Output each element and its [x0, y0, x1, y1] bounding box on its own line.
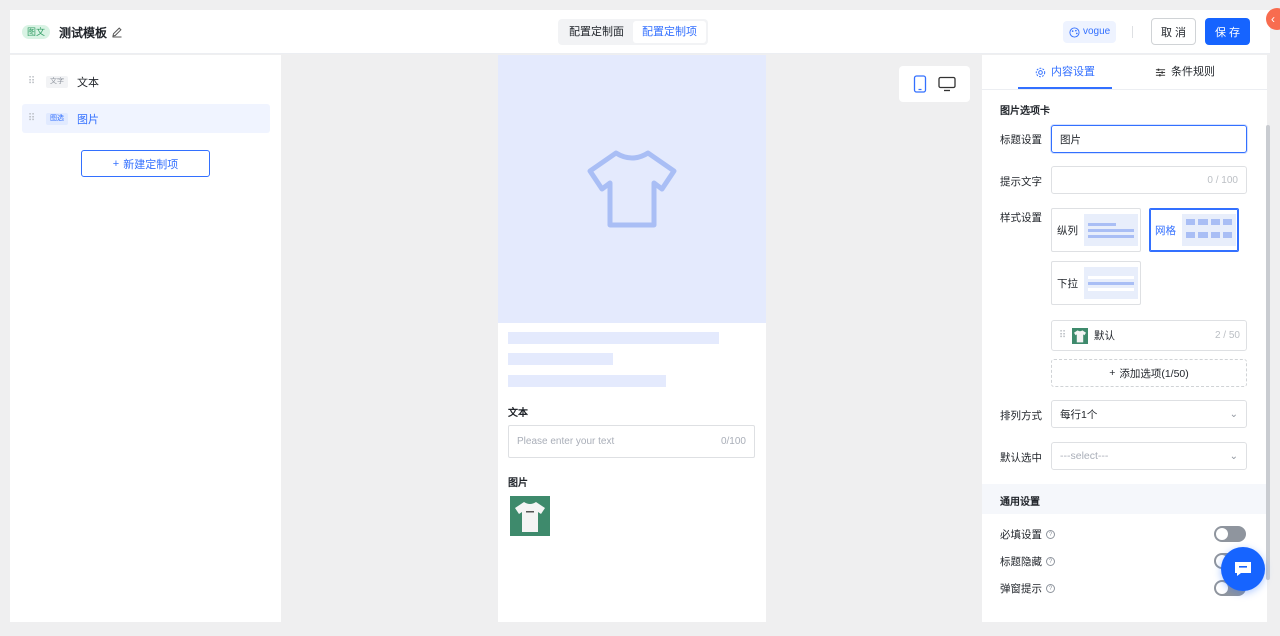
general-settings-header: 通用设置	[982, 484, 1267, 514]
drag-handle-icon[interactable]: ⠿	[1058, 330, 1066, 341]
tshirt-icon	[587, 150, 677, 228]
default-selected-label: 默认选中	[1000, 452, 1042, 464]
preview-image-label: 图片	[508, 478, 528, 489]
config-segment: 配置定制面 配置定制项	[558, 19, 708, 45]
settings-tabs: 内容设置 条件规则	[982, 55, 1267, 90]
default-selected-select[interactable]: ---select--- ⌄	[1051, 442, 1247, 470]
option-item[interactable]: ⠿ 默认 2 / 50	[1051, 320, 1247, 351]
theme-name: vogue	[1083, 26, 1111, 37]
tshirt-photo-icon	[1074, 329, 1086, 342]
general-settings-title: 通用设置	[1000, 497, 1040, 508]
style-option-column[interactable]: 纵列	[1051, 208, 1141, 252]
drag-handle-icon[interactable]: ⠿	[22, 113, 40, 124]
settings-panel: 内容设置 条件规则 图片选项卡 标题设置 图片 提示文字 0 / 100 样式设…	[982, 55, 1267, 622]
plus-icon: +	[1109, 367, 1116, 379]
item-label: 文本	[77, 76, 99, 89]
help-icon[interactable]: ?	[1046, 557, 1055, 566]
tab-content-settings[interactable]: 内容设置	[1035, 55, 1095, 90]
option-counter: 2 / 50	[1214, 330, 1240, 341]
hint-text-label: 提示文字	[1000, 176, 1042, 188]
mobile-preview: 文本 Please enter your text 0/100 图片	[498, 55, 766, 622]
style-option-grid[interactable]: 网格	[1149, 208, 1239, 252]
preview-text-input[interactable]: Please enter your text 0/100	[508, 425, 755, 458]
option-thumbnail	[1072, 327, 1088, 344]
drag-handle-icon[interactable]: ⠿	[22, 76, 40, 87]
column-preview-icon	[1084, 214, 1138, 246]
chat-icon	[1235, 562, 1251, 576]
title-setting-label: 标题设置	[1000, 134, 1042, 146]
list-item-image[interactable]: ⠿ 图选 图片	[22, 104, 270, 133]
required-switch[interactable]	[1214, 526, 1246, 542]
theme-selector[interactable]: vogue	[1063, 21, 1117, 43]
plus-icon: +	[112, 157, 120, 170]
add-option-label: 添加选项(1/50)	[1119, 367, 1189, 380]
chevron-down-icon: ⌄	[1229, 450, 1238, 462]
new-custom-item-button[interactable]: + 新建定制项	[81, 150, 210, 177]
custom-item-list: ⠿ 文字 文本 ⠿ 图选 图片 + 新建定制项	[10, 55, 281, 622]
item-type-tag: 图选	[46, 112, 68, 125]
select-placeholder: ---select---	[1060, 450, 1109, 462]
cancel-button[interactable]: 取 消	[1151, 18, 1196, 45]
input-placeholder: Please enter your text	[517, 436, 615, 447]
edit-icon[interactable]	[111, 26, 123, 38]
item-label: 图片	[77, 113, 99, 126]
popup-hint-setting: 弹窗提示 ?	[1000, 581, 1055, 596]
dropdown-preview-icon	[1084, 267, 1138, 299]
arrange-select[interactable]: 每行1个 ⌄	[1051, 400, 1247, 428]
top-bar: 图文 测试模板 配置定制面 配置定制项 vogue 取 消 保 存	[10, 10, 1270, 54]
option-name: 默认	[1094, 330, 1115, 342]
switch-label: 必填设置	[1000, 529, 1042, 541]
list-item-text[interactable]: ⠿ 文字 文本	[22, 67, 270, 96]
tshirt-photo-icon	[515, 502, 545, 532]
tab-condition-rules[interactable]: 条件规则	[1155, 55, 1215, 90]
type-tag: 图文	[22, 25, 51, 39]
settings-scrollbar[interactable]	[1266, 125, 1270, 580]
chevron-down-icon: ⌄	[1229, 408, 1238, 420]
input-counter: 0/100	[720, 436, 746, 447]
hide-title-setting: 标题隐藏 ?	[1000, 554, 1055, 569]
skeleton-line	[508, 375, 666, 387]
palette-icon	[1069, 26, 1080, 38]
new-button-label: 新建定制项	[123, 158, 179, 171]
device-toggle	[899, 66, 970, 102]
divider	[1132, 26, 1133, 38]
mobile-icon[interactable]	[913, 75, 927, 93]
arrange-label: 排列方式	[1000, 410, 1042, 422]
image-option-thumbnail[interactable]	[510, 496, 550, 536]
desktop-icon[interactable]	[938, 76, 956, 92]
template-title: 测试模板	[59, 26, 108, 40]
style-option-dropdown[interactable]: 下拉	[1051, 261, 1141, 305]
save-button[interactable]: 保 存	[1205, 18, 1250, 45]
arrange-value: 每行1个	[1060, 408, 1098, 421]
grid-preview-icon	[1182, 214, 1236, 246]
skeleton-line	[508, 332, 719, 344]
style-name: 纵列	[1057, 224, 1078, 237]
help-icon[interactable]: ?	[1046, 530, 1055, 539]
help-icon[interactable]: ?	[1046, 584, 1055, 593]
preview-text-label: 文本	[508, 408, 528, 419]
required-setting: 必填设置 ?	[1000, 527, 1055, 542]
title-input-value: 图片	[1060, 133, 1081, 146]
switch-label: 弹窗提示	[1000, 583, 1042, 595]
hint-counter: 0 / 100	[1207, 174, 1238, 186]
style-name: 网格	[1155, 224, 1176, 237]
tab-label: 条件规则	[1171, 66, 1215, 78]
tab-label: 内容设置	[1051, 66, 1095, 78]
item-type-tag: 文字	[46, 75, 68, 88]
title-input[interactable]: 图片	[1051, 125, 1247, 153]
switch-label: 标题隐藏	[1000, 556, 1042, 568]
gear-icon	[1035, 67, 1046, 78]
segment-config-face[interactable]: 配置定制面	[560, 21, 633, 43]
section-title: 图片选项卡	[1000, 106, 1050, 117]
style-setting-label: 样式设置	[1000, 212, 1042, 224]
chat-support-button[interactable]	[1221, 547, 1265, 591]
add-option-button[interactable]: + 添加选项(1/50)	[1051, 359, 1247, 387]
segment-config-item[interactable]: 配置定制项	[633, 21, 706, 43]
hint-text-input[interactable]: 0 / 100	[1051, 166, 1247, 194]
sliders-icon	[1155, 68, 1166, 77]
style-name: 下拉	[1057, 277, 1078, 290]
active-tab-indicator	[1018, 87, 1112, 89]
skeleton-line	[508, 353, 613, 365]
product-image-placeholder	[498, 55, 766, 323]
